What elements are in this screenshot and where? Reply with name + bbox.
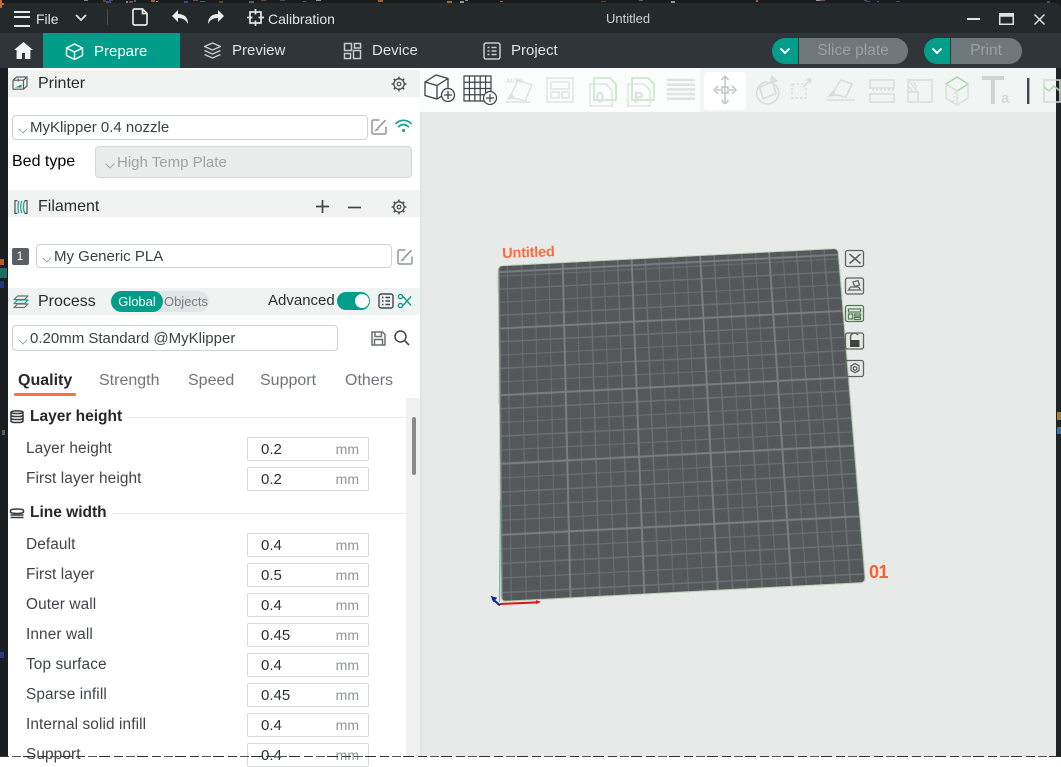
svg-text:P: P <box>634 89 643 105</box>
svg-text:a: a <box>1001 90 1010 107</box>
svg-text:0: 0 <box>596 89 604 105</box>
svg-text:AUTO: AUTO <box>506 79 523 85</box>
